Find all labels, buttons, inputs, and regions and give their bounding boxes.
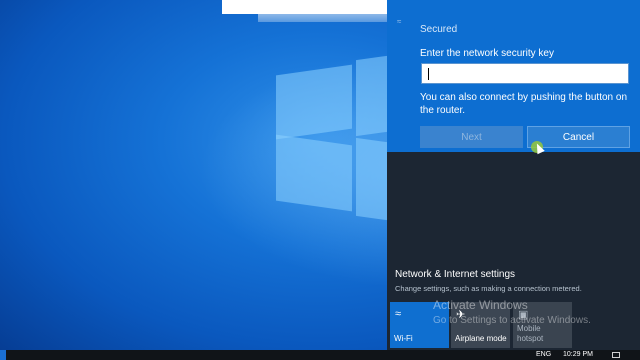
language-indicator[interactable]: ENG bbox=[536, 351, 551, 358]
clock[interactable]: 10:29 PM bbox=[563, 351, 593, 358]
activate-windows-subtitle: Go to Settings to activate Windows. bbox=[433, 315, 591, 326]
wifi-connect-panel: ≈ Secured Enter the network security key… bbox=[387, 0, 640, 155]
text-caret bbox=[428, 68, 429, 80]
wps-help-text: You can also connect by pushing the butt… bbox=[420, 92, 628, 116]
quick-action-label: Mobile hotspot bbox=[517, 324, 544, 343]
windows-logo-pane-bottom-right bbox=[356, 137, 387, 221]
security-status: Secured bbox=[420, 24, 458, 35]
activate-windows-watermark: Activate Windows bbox=[433, 298, 528, 312]
windows-logo-pane-top-right bbox=[356, 55, 387, 137]
key-label: Enter the network security key bbox=[420, 48, 554, 59]
network-settings-link[interactable]: Network & Internet settings bbox=[395, 269, 515, 280]
network-settings-description: Change settings, such as making a connec… bbox=[395, 284, 582, 293]
windows-logo-pane-bottom-left bbox=[276, 134, 352, 212]
quick-action-label: Wi-Fi bbox=[394, 334, 413, 343]
quick-action-label: Airplane mode bbox=[455, 334, 507, 343]
next-button[interactable]: Next bbox=[420, 126, 523, 148]
windows-logo-pane-top-left bbox=[276, 64, 352, 140]
security-key-input[interactable] bbox=[421, 63, 629, 84]
wifi-icon: ≈ bbox=[395, 308, 402, 320]
notification-icon[interactable] bbox=[612, 352, 620, 358]
start-button[interactable] bbox=[0, 350, 6, 360]
wifi-signal-icon: ≈ bbox=[397, 17, 402, 26]
